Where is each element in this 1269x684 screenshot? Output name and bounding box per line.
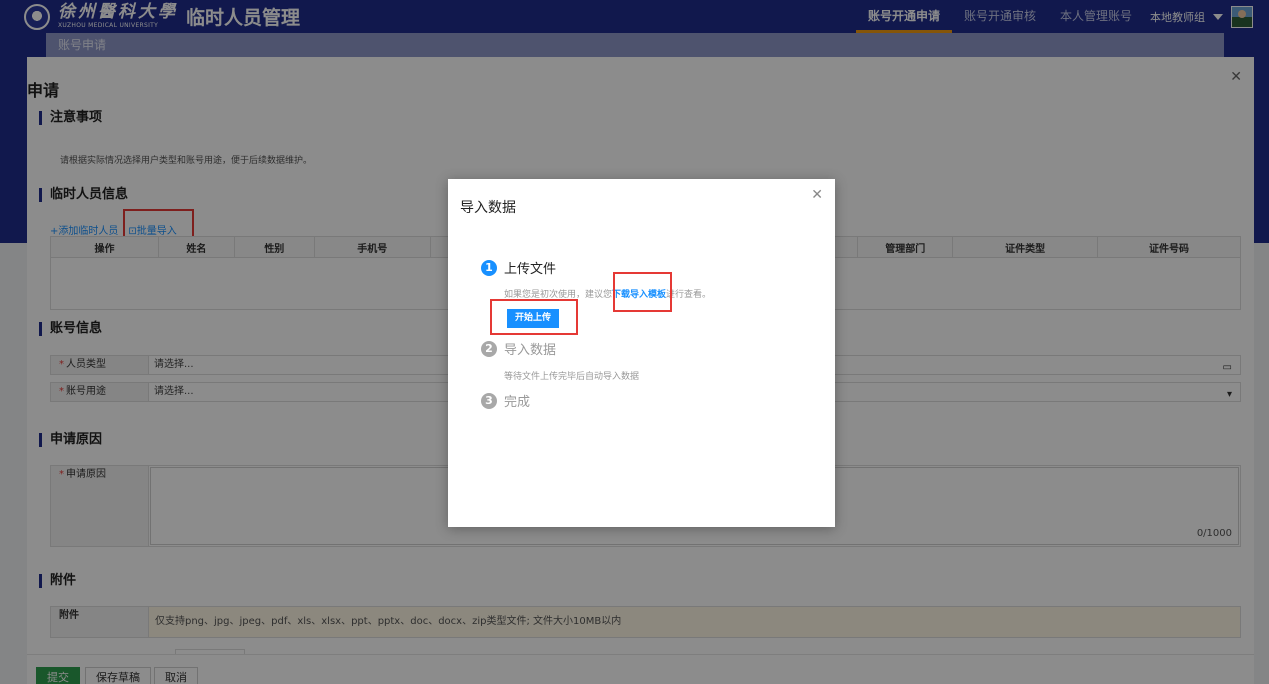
step-import-desc: 等待文件上传完毕后自动导入数据 — [504, 372, 640, 382]
step-title: 完成 — [504, 395, 531, 410]
step-number: 2 — [481, 340, 497, 357]
step-title: 导入数据 — [504, 343, 557, 358]
highlight-box-start-upload — [490, 299, 578, 335]
step-number: 3 — [481, 392, 497, 409]
step-title: 上传文件 — [504, 262, 557, 277]
step-upload-file: 1 上传文件 — [481, 258, 556, 277]
dialog-title: 导入数据 — [460, 200, 516, 216]
close-icon[interactable]: ✕ — [811, 187, 823, 203]
highlight-box-download-template — [613, 272, 672, 312]
step-complete: 3 完成 — [481, 391, 530, 410]
import-data-dialog: 导入数据 ✕ 1 上传文件 如果您是初次使用，建议您下载导入模板进行查看。 开始… — [448, 179, 835, 527]
step-import-data: 2 导入数据 — [481, 339, 556, 358]
step-number: 1 — [481, 259, 497, 276]
